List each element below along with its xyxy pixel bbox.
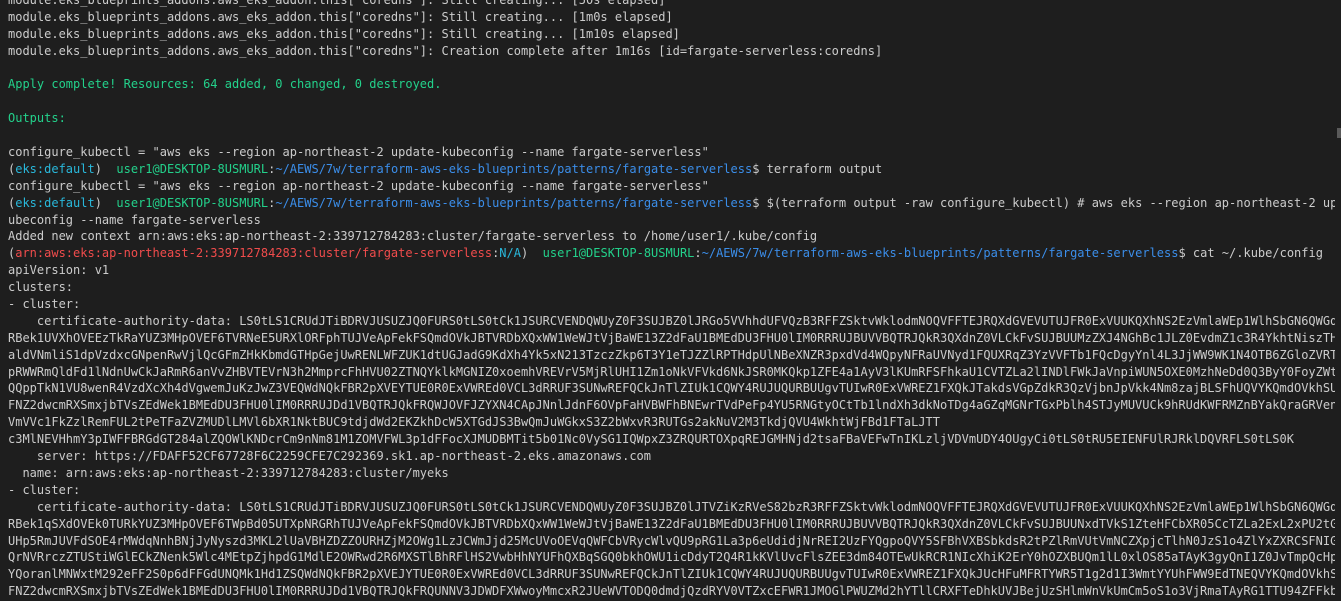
terminal-text-segment: $ $(terraform output -raw configure_kube…	[752, 195, 1335, 210]
terminal-output[interactable]: module.eks_blueprints_addons.aws_eks_add…	[0, 0, 1335, 601]
terminal-line: name: arn:aws:eks:ap-northeast-2:3397127…	[8, 465, 1335, 482]
terminal-line: (eks:default) user1@DESKTOP-8USMURL:~/AE…	[8, 195, 1335, 212]
terminal-text-segment: ubeconfig --name fargate-serverless	[8, 212, 261, 227]
terminal-text-segment: pRWWRmQldFd1lNdnUwCkJaRmR6anVvZHBVTEVrN3…	[8, 364, 1335, 379]
terminal-line: Outputs:	[8, 110, 1335, 127]
terminal-line: RBek1qSXdOVEk0TURkYUZ3MHpOVEF6TWpBd05UTX…	[8, 516, 1335, 533]
terminal-text-segment: FNZ2dwcmRXSmxjbTVsZEdWek1BMEdDU3FHU0lIM0…	[8, 584, 1335, 599]
terminal-line: module.eks_blueprints_addons.aws_eks_add…	[8, 26, 1335, 43]
terminal-text-segment: FNZ2dwcmRXSmxjbTVsZEdWek1BMEdDU3FHU0lIM0…	[8, 398, 1335, 413]
terminal-line: - cluster:	[8, 296, 1335, 313]
terminal-text-segment: RBek1qSXdOVEk0TURkYUZ3MHpOVEF6TWpBd05UTX…	[8, 516, 1335, 531]
terminal-text-segment: UHp5RmJUVFdSOE4rMWdqNnhBNjJyNyszd3MKL2lU…	[8, 533, 1335, 548]
terminal-text-segment: user1@DESKTOP-8USMURL	[116, 195, 269, 210]
terminal-scrollbar[interactable]	[1335, 0, 1341, 601]
terminal-line: YQoranlMNWxtM292eFF2S0p6dFFGdUNQMk1Hd1ZS…	[8, 566, 1335, 583]
terminal-line: Apply complete! Resources: 64 added, 0 c…	[8, 76, 1335, 93]
terminal-line: certificate-authority-data: LS0tLS1CRUdJ…	[8, 313, 1335, 330]
terminal-text-segment: Apply complete! Resources: 64 added, 0 c…	[8, 77, 442, 92]
terminal-text-segment: :	[694, 246, 702, 261]
terminal-text-segment: eks:default	[15, 195, 95, 210]
terminal-text-segment: name: arn:aws:eks:ap-northeast-2:3397127…	[8, 465, 449, 480]
terminal-text-segment: VmVVc1FkZzlRemFUL2tPeTFaZVZMUDlLMVl6bXR1…	[8, 415, 940, 430]
terminal-text-segment: module.eks_blueprints_addons.aws_eks_add…	[8, 0, 666, 7]
terminal-line: RBek1UVXhOVEEzTkRaYUZ3MHpOVEF6TVRNeE5URX…	[8, 330, 1335, 347]
terminal-line: apiVersion: v1	[8, 262, 1335, 279]
terminal-text-segment: )	[520, 246, 543, 261]
terminal-text-segment: configure_kubectl = "aws eks --region ap…	[8, 178, 709, 193]
terminal-text-segment: eks:default	[15, 161, 95, 176]
terminal-text-segment: certificate-authority-data: LS0tLS1CRUdJ…	[8, 499, 1335, 514]
terminal-text-segment: configure_kubectl = "aws eks --region ap…	[8, 145, 709, 160]
terminal-text-segment: ~/AEWS/7w/terraform-aws-eks-blueprints/p…	[275, 195, 753, 210]
terminal-text-segment: c3MlNEVHhmY3pIWFFBRGdGT284alZQOWlKNDcrCm…	[8, 432, 1294, 447]
terminal-line: server: https://FDAFF52CF67728F6C2259CFE…	[8, 448, 1335, 465]
terminal-line: UHp5RmJUVFdSOE4rMWdqNnhBNjJyNyszd3MKL2lU…	[8, 533, 1335, 550]
terminal-line: (arn:aws:eks:ap-northeast-2:339712784283…	[8, 245, 1335, 262]
terminal-text-segment: clusters:	[8, 280, 74, 295]
terminal-line: c3MlNEVHhmY3pIWFFBRGdGT284alZQOWlKNDcrCm…	[8, 431, 1335, 448]
terminal-text-segment: $ cat ~/.kube/config	[1178, 246, 1323, 261]
terminal-line: module.eks_blueprints_addons.aws_eks_add…	[8, 43, 1335, 60]
terminal-line: certificate-authority-data: LS0tLS1CRUdJ…	[8, 499, 1335, 516]
terminal-text-segment: )	[94, 161, 117, 176]
terminal-line: - cluster:	[8, 482, 1335, 499]
terminal-line: aldVNmliS1dpVzdxcGNpenRwVjlQcGFmZHkKbmdG…	[8, 347, 1335, 364]
terminal-text-segment: module.eks_blueprints_addons.aws_eks_add…	[8, 26, 680, 41]
terminal-text-segment: YQoranlMNWxtM292eFF2S0p6dFFGdUNQMk1Hd1ZS…	[8, 567, 1335, 582]
terminal-text-segment: apiVersion: v1	[8, 263, 110, 278]
terminal-text-segment: QrNVRrczZTUStiWGlECkZNenk5Wlc4MEtpZjhpdG…	[8, 550, 1335, 565]
scrollbar-thumb[interactable]	[1337, 128, 1341, 138]
terminal-line: FNZ2dwcmRXSmxjbTVsZEdWek1BMEdDU3FHU0lIM0…	[8, 583, 1335, 600]
terminal-line: clusters:	[8, 279, 1335, 296]
terminal-line: (eks:default) user1@DESKTOP-8USMURL:~/AE…	[8, 161, 1335, 178]
terminal-text-segment: certificate-authority-data: LS0tLS1CRUdJ…	[8, 313, 1335, 328]
terminal-text-segment: module.eks_blueprints_addons.aws_eks_add…	[8, 43, 883, 58]
terminal-line: FNZ2dwcmRXSmxjbTVsZEdWek1BMEdDU3FHU0lIM0…	[8, 397, 1335, 414]
terminal-line: module.eks_blueprints_addons.aws_eks_add…	[8, 9, 1335, 26]
terminal-text-segment: - cluster:	[8, 482, 81, 497]
terminal-text-segment: )	[94, 195, 117, 210]
terminal-line: VmVVc1FkZzlRemFUL2tPeTFaZVZMUDlLMVl6bXR1…	[8, 414, 1335, 431]
terminal-line: configure_kubectl = "aws eks --region ap…	[8, 144, 1335, 161]
terminal-line: pRWWRmQldFd1lNdnUwCkJaRmR6anVvZHBVTEVrN3…	[8, 364, 1335, 381]
terminal-text-segment: QQppTkN1VU8wenR4VzdXcXh4dVgwemJuKzJwZ3VE…	[8, 381, 1335, 396]
terminal-text-segment: user1@DESKTOP-8USMURL	[116, 161, 269, 176]
terminal-line: QrNVRrczZTUStiWGlECkZNenk5Wlc4MEtpZjhpdG…	[8, 549, 1335, 566]
terminal-text-segment: user1@DESKTOP-8USMURL	[542, 246, 695, 261]
terminal-text-segment: Added new context arn:aws:eks:ap-northea…	[8, 229, 818, 244]
terminal-text-segment: Outputs:	[8, 111, 66, 126]
terminal-text-segment: $ terraform output	[752, 161, 883, 176]
terminal-text-segment: N/A	[499, 246, 521, 261]
terminal-text-segment: ~/AEWS/7w/terraform-aws-eks-blueprints/p…	[275, 161, 753, 176]
terminal-text-segment: aldVNmliS1dpVzdxcGNpenRwVjlQcGFmZHkKbmdG…	[8, 347, 1335, 362]
terminal-line: Added new context arn:aws:eks:ap-northea…	[8, 228, 1335, 245]
terminal-line: module.eks_blueprints_addons.aws_eks_add…	[8, 0, 1335, 9]
terminal-text-segment: RBek1UVXhOVEEzTkRaYUZ3MHpOVEF6TVRNeE5URX…	[8, 330, 1335, 345]
terminal-text-segment: arn:aws:eks:ap-northeast-2:339712784283:…	[15, 246, 493, 261]
terminal-line: ubeconfig --name fargate-serverless	[8, 212, 1335, 229]
terminal-line: QQppTkN1VU8wenR4VzdXcXh4dVgwemJuKzJwZ3VE…	[8, 380, 1335, 397]
terminal-text-segment: - cluster:	[8, 297, 81, 312]
terminal-line: configure_kubectl = "aws eks --region ap…	[8, 178, 1335, 195]
terminal-text-segment: ~/AEWS/7w/terraform-aws-eks-blueprints/p…	[701, 246, 1179, 261]
terminal-text-segment: server: https://FDAFF52CF67728F6C2259CFE…	[8, 449, 651, 464]
terminal-text-segment: module.eks_blueprints_addons.aws_eks_add…	[8, 9, 673, 24]
